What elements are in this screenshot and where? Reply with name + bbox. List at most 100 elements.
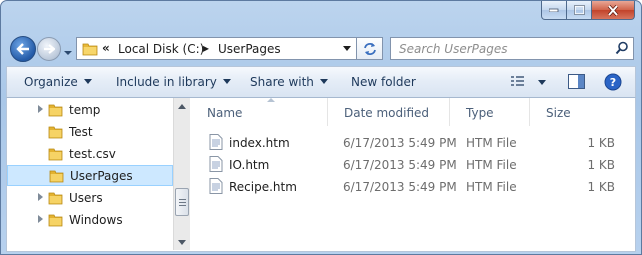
- maximize-icon: [573, 5, 585, 15]
- column-header-type[interactable]: Type: [450, 98, 530, 126]
- grip-line: [179, 205, 186, 206]
- new-folder-label: New folder: [351, 75, 416, 89]
- chevron-down-icon: [319, 79, 328, 84]
- share-label: Share with: [250, 75, 314, 89]
- expand-arrow-icon[interactable]: [38, 193, 43, 201]
- scroll-thumb[interactable]: [175, 188, 189, 216]
- expand-arrow-icon[interactable]: [38, 215, 43, 223]
- scroll-up-button[interactable]: [174, 98, 190, 114]
- navigation-pane: temp Test test.csv UserPages Users Windo…: [7, 98, 191, 250]
- file-date: 6/17/2013 5:49 PM: [343, 158, 457, 172]
- caption-buttons: [541, 1, 635, 21]
- chevron-down-icon: [537, 80, 546, 85]
- folder-icon: [49, 170, 64, 183]
- nav-item-windows[interactable]: Windows: [7, 210, 173, 231]
- breadcrumb-separator[interactable]: ▸: [203, 41, 209, 55]
- file-row[interactable]: index.htm 6/17/2013 5:49 PM HTM File 1 K…: [191, 133, 635, 153]
- address-dropdown-icon[interactable]: [343, 46, 351, 52]
- minimize-icon: [549, 8, 559, 12]
- file-size: 1 KB: [587, 158, 615, 172]
- maximize-button[interactable]: [567, 1, 592, 20]
- forward-button[interactable]: [37, 37, 61, 61]
- help-icon: ?: [604, 73, 622, 91]
- search-icon[interactable]: [615, 41, 629, 55]
- nav-item-users[interactable]: Users: [7, 188, 173, 209]
- details-view-icon: [511, 76, 524, 86]
- file-name: IO.htm: [229, 158, 270, 172]
- nav-item-temp[interactable]: temp: [7, 100, 173, 121]
- file-row[interactable]: Recipe.htm 6/17/2013 5:49 PM HTM File 1 …: [191, 177, 635, 197]
- svg-text:?: ?: [610, 76, 616, 89]
- column-date-label: Date modified: [344, 106, 430, 120]
- chevron-down-icon: [222, 79, 231, 84]
- recent-pages-button[interactable]: [64, 45, 72, 55]
- arrow-right-icon: [44, 44, 55, 54]
- organize-menu[interactable]: Organize: [24, 75, 92, 89]
- scroll-down-button[interactable]: [174, 234, 190, 250]
- nav-label: Windows: [69, 213, 123, 227]
- close-icon: [607, 4, 619, 16]
- view-options-button[interactable]: [510, 75, 546, 91]
- share-with-menu[interactable]: Share with: [250, 75, 328, 89]
- new-folder-button[interactable]: New folder: [351, 75, 416, 89]
- chevron-down-icon: [64, 51, 72, 55]
- breadcrumb-overflow[interactable]: «: [102, 41, 110, 55]
- nav-item-test[interactable]: Test: [7, 122, 173, 143]
- html-file-icon: [209, 156, 223, 172]
- preview-pane-icon: [568, 74, 585, 89]
- column-size-label: Size: [546, 106, 571, 120]
- preview-pane-button[interactable]: [568, 74, 585, 92]
- nav-label: Test: [69, 125, 93, 139]
- file-list: Name Date modified Type Size index.htm 6…: [191, 98, 635, 250]
- nav-label: UserPages: [70, 169, 133, 183]
- command-bar: Organize Include in library Share with N…: [6, 66, 636, 98]
- column-header-size[interactable]: Size: [530, 98, 620, 126]
- file-row[interactable]: IO.htm 6/17/2013 5:49 PM HTM File 1 KB: [191, 155, 635, 175]
- file-type: HTM File: [466, 180, 517, 194]
- expand-arrow-icon[interactable]: [38, 105, 43, 113]
- folder-icon: [48, 148, 63, 161]
- minimize-button[interactable]: [541, 1, 567, 20]
- file-name: Recipe.htm: [229, 180, 297, 194]
- nav-label: temp: [69, 103, 101, 117]
- search-placeholder: Search UserPages: [399, 42, 508, 56]
- folder-icon: [82, 43, 98, 56]
- folder-icon: [48, 104, 63, 117]
- refresh-button[interactable]: [356, 37, 383, 60]
- include-in-library-menu[interactable]: Include in library: [116, 75, 231, 89]
- file-type: HTM File: [466, 136, 517, 150]
- folder-icon: [48, 126, 63, 139]
- folder-icon: [48, 192, 63, 205]
- breadcrumb-drive[interactable]: Local Disk (C:): [118, 42, 204, 56]
- nav-item-userpages[interactable]: UserPages: [7, 165, 173, 186]
- nav-label: Users: [69, 191, 103, 205]
- html-file-icon: [209, 178, 223, 194]
- content-area: temp Test test.csv UserPages Users Windo…: [6, 98, 636, 252]
- nav-label: test.csv: [69, 147, 116, 161]
- folder-icon: [48, 214, 63, 227]
- grip-line: [179, 202, 186, 203]
- search-input[interactable]: Search UserPages: [390, 37, 634, 60]
- nav-item-test-csv[interactable]: test.csv: [7, 144, 173, 165]
- arrow-left-icon: [16, 43, 29, 55]
- column-type-label: Type: [466, 106, 494, 120]
- column-header-date[interactable]: Date modified: [328, 98, 450, 126]
- close-button[interactable]: [592, 1, 635, 20]
- file-size: 1 KB: [587, 180, 615, 194]
- file-date: 6/17/2013 5:49 PM: [343, 180, 457, 194]
- nav-scrollbar[interactable]: [173, 98, 190, 250]
- help-button[interactable]: ?: [604, 73, 622, 94]
- column-header-name[interactable]: Name: [191, 98, 328, 126]
- file-size: 1 KB: [587, 136, 615, 150]
- breadcrumb-folder[interactable]: UserPages: [218, 42, 281, 56]
- file-type: HTM File: [466, 158, 517, 172]
- organize-label: Organize: [24, 75, 78, 89]
- address-bar[interactable]: « Local Disk (C:) ▸ UserPages: [76, 37, 383, 60]
- html-file-icon: [209, 134, 223, 150]
- column-name-label: Name: [207, 106, 243, 120]
- chevron-down-icon: [83, 79, 92, 84]
- file-name: index.htm: [229, 136, 290, 150]
- file-date: 6/17/2013 5:49 PM: [343, 136, 457, 150]
- refresh-icon: [363, 42, 376, 55]
- back-button[interactable]: [10, 36, 36, 62]
